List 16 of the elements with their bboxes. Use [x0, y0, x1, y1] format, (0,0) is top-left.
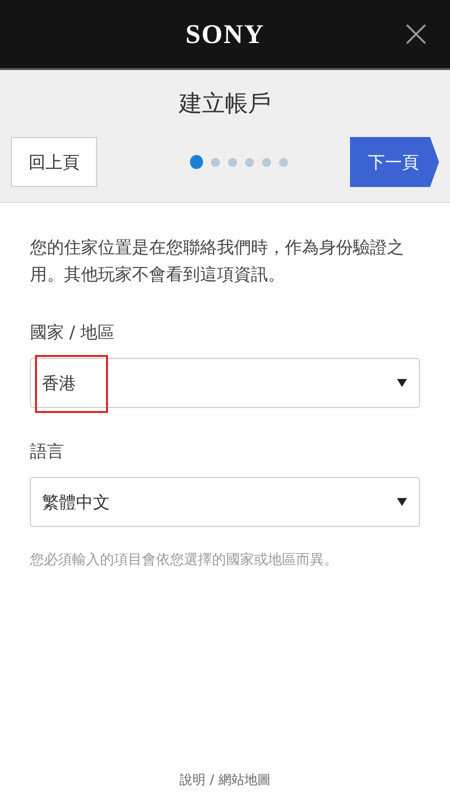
caret-icon [397, 379, 407, 387]
select-field[interactable]: 繁體中文 [30, 477, 420, 527]
intro-text: 您的住家位置是在您聯絡我們時，作為身份驗證之用。其他玩家不會看到這項資訊。 [30, 237, 405, 287]
select-field[interactable]: 香港 [30, 358, 420, 408]
next-button[interactable]: 下一頁 [350, 137, 439, 187]
caret-icon [397, 498, 407, 506]
field-label: 國家 / 地區 [30, 322, 116, 344]
field-label: 語言 [30, 441, 65, 463]
select-value: 繁體中文 [42, 492, 110, 514]
page-title: 建立帳戶 [179, 90, 271, 119]
footer-links[interactable]: 說明 / 網站地圖 [0, 771, 450, 789]
select-value: 香港 [42, 372, 76, 394]
close-button[interactable]: × [400, 14, 432, 52]
hint-text: 您必須輸入的項目會依您選擇的國家或地區而異。 [30, 551, 339, 569]
back-button[interactable]: 回上頁 [11, 137, 97, 187]
logo: SONY [185, 18, 264, 50]
